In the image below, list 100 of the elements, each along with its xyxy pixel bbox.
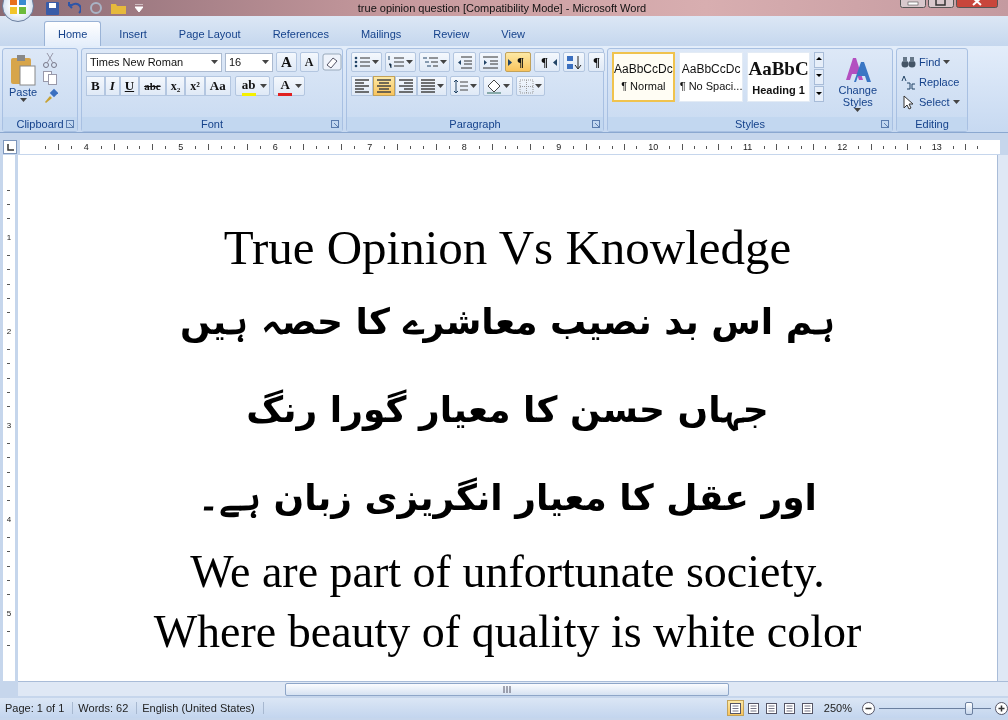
- copy-icon[interactable]: [43, 71, 58, 85]
- scroll-up-icon[interactable]: [813, 52, 824, 68]
- slider-thumb[interactable]: [964, 701, 973, 715]
- line-spacing-button[interactable]: [450, 76, 480, 96]
- horizontal-scrollbar[interactable]: [18, 681, 1008, 696]
- ribbon-tab[interactable]: Review: [419, 21, 484, 46]
- select-button[interactable]: Select: [901, 92, 960, 112]
- style-gallery-item[interactable]: AaBbCcDc ¶ No Spaci...: [678, 52, 744, 102]
- ruler-number: 12: [837, 142, 848, 152]
- shrink-font-button[interactable]: A: [299, 52, 319, 72]
- clear-formatting-icon[interactable]: [321, 53, 342, 71]
- caret-icon[interactable]: [211, 60, 218, 64]
- borders-button[interactable]: [516, 76, 545, 96]
- change-styles-button[interactable]: Change Styles: [827, 52, 888, 114]
- caret-icon[interactable]: [535, 84, 542, 88]
- dialog-launcher-icon[interactable]: [66, 120, 74, 128]
- clipboard-icon: [10, 54, 37, 86]
- caret-icon[interactable]: [470, 84, 477, 88]
- brush-icon[interactable]: [43, 88, 59, 103]
- customize-icon[interactable]: [135, 4, 143, 12]
- ribbon-tab[interactable]: Page Layout: [164, 21, 255, 46]
- bold-button[interactable]: B: [86, 76, 105, 96]
- font-color-button[interactable]: A: [273, 76, 305, 96]
- caret-icon[interactable]: [943, 60, 951, 64]
- zoom-level[interactable]: 250%: [823, 702, 852, 714]
- replace-button[interactable]: Replace: [901, 72, 960, 92]
- caret-icon[interactable]: [262, 60, 269, 64]
- office-logo-icon: [9, 0, 27, 15]
- replace-icon: [901, 74, 916, 90]
- group-label: Clipboard: [16, 118, 64, 130]
- change-case-button[interactable]: Aa: [204, 76, 231, 96]
- save-icon[interactable]: [46, 1, 59, 15]
- ribbon-tab[interactable]: Mailings: [346, 21, 416, 46]
- ruler-number: 1: [6, 232, 12, 242]
- ruler-number: 2: [6, 326, 12, 336]
- align-left-button[interactable]: [351, 76, 373, 96]
- justify-button[interactable]: [417, 76, 447, 96]
- sort-button[interactable]: [563, 52, 586, 72]
- paste-button[interactable]: Paste: [7, 52, 40, 114]
- ribbon-tab[interactable]: View: [487, 21, 539, 46]
- caret-icon[interactable]: [260, 84, 268, 88]
- zoom-out-icon[interactable]: [862, 701, 875, 715]
- caret-icon[interactable]: [952, 100, 960, 104]
- tab-stop-button[interactable]: [3, 140, 17, 154]
- ribbon-tab[interactable]: Home: [44, 21, 102, 46]
- ribbon-tab[interactable]: Insert: [105, 21, 161, 46]
- zoom-in-icon[interactable]: [995, 701, 1008, 715]
- caret-icon[interactable]: [440, 60, 447, 64]
- scrollbar-thumb[interactable]: [285, 682, 729, 696]
- left-to-right-button[interactable]: ¶: [505, 52, 532, 72]
- multilevel-list-button[interactable]: [419, 52, 450, 72]
- caret-icon[interactable]: [503, 84, 510, 88]
- shading-button[interactable]: [483, 76, 513, 96]
- outline-icon: [783, 702, 795, 714]
- dialog-launcher-icon[interactable]: [592, 120, 600, 128]
- find-button[interactable]: Find: [901, 52, 960, 72]
- ruler-number: 11: [743, 142, 753, 152]
- sort-icon: [566, 54, 583, 70]
- style-gallery-item[interactable]: AaBbCcDc ¶ Normal: [612, 52, 675, 102]
- print-layout-icon: [729, 702, 741, 714]
- caret-icon[interactable]: [406, 60, 413, 64]
- superscript-button[interactable]: x²: [185, 76, 205, 96]
- caret-icon[interactable]: [437, 84, 444, 88]
- show-marks-button[interactable]: ¶: [588, 52, 606, 72]
- align-right-button[interactable]: [395, 76, 417, 96]
- font-size-field[interactable]: 16: [225, 52, 273, 72]
- caret-icon[interactable]: [372, 60, 379, 64]
- ribbon-tab[interactable]: References: [258, 21, 343, 46]
- ruler-number: 5: [6, 608, 12, 618]
- ruler-number: 10: [648, 142, 659, 152]
- highlight-button[interactable]: ab: [234, 76, 271, 96]
- print-layout-button[interactable]: [726, 700, 744, 716]
- ruler-number: 4: [6, 514, 12, 524]
- dialog-launcher-icon[interactable]: [331, 120, 339, 128]
- style-gallery-item[interactable]: AaBbC Heading 1: [747, 52, 810, 102]
- strikethrough-button[interactable]: abc: [139, 76, 166, 96]
- group-label: Font: [201, 118, 223, 130]
- group-label: Styles: [735, 118, 765, 130]
- center-button[interactable]: [373, 76, 395, 96]
- numbering-button[interactable]: [385, 52, 416, 72]
- web-layout-icon: [765, 702, 777, 714]
- bullets-icon: [354, 55, 371, 69]
- more-icon[interactable]: [813, 86, 824, 102]
- numbering-icon: [388, 55, 405, 69]
- grow-font-button[interactable]: A: [276, 52, 297, 72]
- caret-icon[interactable]: [294, 84, 302, 88]
- multilevel-list-icon: [422, 55, 439, 69]
- scroll-down-icon[interactable]: [813, 69, 824, 85]
- vertical-scrollbar[interactable]: [997, 155, 1008, 681]
- bullets-button[interactable]: [351, 52, 382, 72]
- dialog-launcher-icon[interactable]: [881, 120, 889, 128]
- subscript-button[interactable]: x₂: [165, 76, 186, 96]
- font-name-field[interactable]: Times New Roman: [86, 52, 222, 72]
- cut-icon[interactable]: [43, 52, 58, 68]
- caret-icon[interactable]: [19, 98, 27, 102]
- underline-button[interactable]: U: [119, 76, 140, 96]
- right-to-left-button[interactable]: ¶: [534, 52, 561, 72]
- decrease-indent-icon: [456, 54, 473, 70]
- caret-icon[interactable]: [854, 108, 862, 112]
- align-left-icon: [354, 78, 370, 94]
